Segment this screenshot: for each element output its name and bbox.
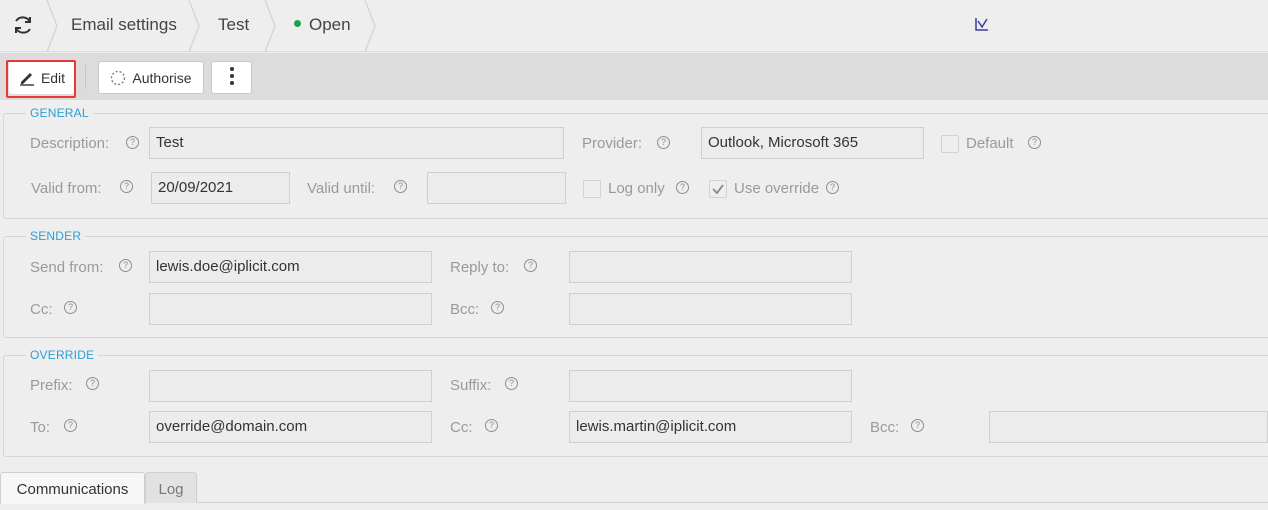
toolbar-divider	[85, 65, 86, 89]
reply-to-field[interactable]	[569, 251, 852, 283]
checkmark-icon	[712, 184, 724, 195]
authorise-spinner-icon	[110, 70, 126, 86]
override-section-title: OVERRIDE	[26, 348, 99, 362]
help-icon[interactable]: ?	[119, 259, 132, 272]
default-label: Default	[966, 135, 1014, 152]
general-section-title: GENERAL	[26, 106, 93, 120]
provider-field[interactable]: Outlook, Microsoft 365	[701, 127, 924, 159]
help-icon[interactable]: ?	[826, 181, 839, 194]
edit-button[interactable]: Edit	[9, 61, 75, 94]
breadcrumb-separator	[364, 0, 376, 52]
sender-bcc-field[interactable]	[569, 293, 852, 325]
log-only-checkbox[interactable]	[583, 180, 601, 198]
help-icon[interactable]: ?	[86, 377, 99, 390]
to-label: To:	[30, 419, 51, 436]
refresh-icon[interactable]	[12, 14, 34, 36]
status-badge: Open	[294, 0, 351, 52]
toolbar: Edit Authorise	[0, 53, 1268, 100]
valid-until-field[interactable]	[427, 172, 566, 204]
help-icon[interactable]: ?	[524, 259, 537, 272]
help-icon[interactable]: ?	[657, 136, 670, 149]
help-icon[interactable]: ?	[394, 180, 407, 193]
provider-label: Provider:	[582, 135, 643, 152]
breadcrumb-separator	[46, 0, 58, 52]
send-from-field[interactable]: lewis.doe@iplicit.com	[149, 251, 432, 283]
edit-label: Edit	[40, 69, 66, 86]
tab-communications[interactable]: Communications	[0, 472, 145, 504]
breadcrumb-email-settings[interactable]: Email settings	[71, 0, 177, 52]
to-field[interactable]: override@domain.com	[149, 411, 432, 443]
breadcrumb-separator	[264, 0, 276, 52]
help-icon[interactable]: ?	[64, 419, 77, 432]
use-override-label: Use override	[734, 180, 820, 197]
status-dot	[294, 20, 301, 28]
breadcrumb-separator	[188, 0, 200, 52]
default-checkbox[interactable]	[941, 135, 959, 153]
authorise-label: Authorise	[132, 69, 192, 86]
prefix-label: Prefix:	[30, 377, 73, 394]
override-bcc-label: Bcc:	[870, 419, 900, 436]
valid-until-label: Valid until:	[307, 180, 376, 197]
tab-log[interactable]: Log	[145, 472, 197, 503]
sender-bcc-label: Bcc:	[450, 301, 480, 318]
sender-cc-field[interactable]	[149, 293, 432, 325]
help-icon[interactable]: ?	[911, 419, 924, 432]
sender-section-title: SENDER	[26, 229, 86, 243]
description-field[interactable]: Test	[149, 127, 564, 159]
help-icon[interactable]: ?	[1028, 136, 1041, 149]
override-bcc-field[interactable]	[989, 411, 1268, 443]
chart-icon[interactable]	[975, 17, 989, 31]
breadcrumb-test[interactable]: Test	[218, 0, 249, 52]
help-icon[interactable]: ?	[64, 301, 77, 314]
pencil-icon	[19, 70, 35, 86]
header-bar: Email settings Test Open	[0, 0, 1268, 52]
help-icon[interactable]: ?	[491, 301, 504, 314]
more-options-button[interactable]	[211, 61, 252, 94]
help-icon[interactable]: ?	[126, 136, 139, 149]
description-label: Description:	[30, 135, 110, 152]
more-vertical-icon	[229, 66, 235, 89]
help-icon[interactable]: ?	[485, 419, 498, 432]
override-cc-label: Cc:	[450, 419, 473, 436]
suffix-label: Suffix:	[450, 377, 492, 394]
override-cc-field[interactable]: lewis.martin@iplicit.com	[569, 411, 852, 443]
send-from-label: Send from:	[30, 259, 104, 276]
authorise-button[interactable]: Authorise	[98, 61, 204, 94]
reply-to-label: Reply to:	[450, 259, 510, 276]
use-override-checkbox[interactable]	[709, 180, 727, 198]
valid-from-field[interactable]: 20/09/2021	[151, 172, 290, 204]
help-icon[interactable]: ?	[676, 181, 689, 194]
log-only-label: Log only	[608, 180, 665, 197]
sender-cc-label: Cc:	[30, 301, 53, 318]
valid-from-label: Valid from:	[31, 180, 102, 197]
suffix-field[interactable]	[569, 370, 852, 402]
prefix-field[interactable]	[149, 370, 432, 402]
help-icon[interactable]: ?	[505, 377, 518, 390]
status-label: Open	[309, 15, 351, 34]
help-icon[interactable]: ?	[120, 180, 133, 193]
